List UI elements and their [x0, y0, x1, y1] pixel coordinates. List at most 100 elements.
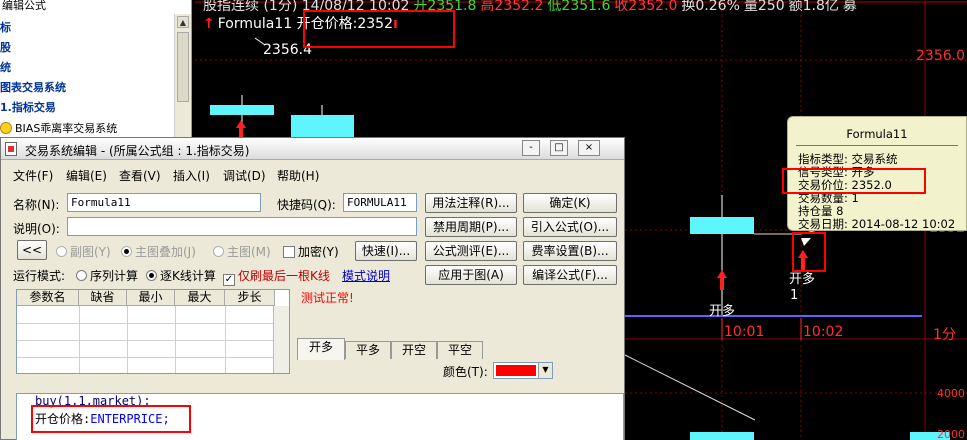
table-row [17, 357, 275, 358]
document-icon [5, 142, 17, 156]
scroll-thumb[interactable] [177, 32, 189, 102]
buy-arrow-icon [717, 270, 727, 290]
dropdown-arrow-icon[interactable]: ▼ [538, 363, 552, 378]
parameter-table[interactable]: 参数名 缺省 最小 最大 步长 [16, 289, 290, 374]
radio-sequence-calc[interactable]: 序列计算 [76, 267, 138, 284]
quick-button[interactable]: 快速(I)... [355, 241, 417, 261]
param-col-default[interactable]: 缺省 [79, 290, 127, 306]
tree-title: 编辑公式 [2, 0, 46, 12]
tab-close-long[interactable]: 平多 [345, 341, 391, 359]
menu-help[interactable]: 帮助(H) [277, 167, 319, 184]
volume-line [624, 354, 756, 421]
radio-icon [76, 270, 87, 281]
tree-scrollbar[interactable]: ▲ [174, 14, 191, 140]
collapse-button[interactable]: << [17, 240, 47, 260]
color-label: 颜色(T): [443, 365, 488, 379]
quote-turnover: 换0.26% [681, 0, 740, 14]
up-arrow-icon: ↑ [203, 16, 215, 32]
highlight-box [782, 168, 926, 194]
period-label: 1分 [933, 327, 956, 343]
menu-bar: 文件(F) 编辑(E) 查看(V) 插入(I) 调试(D) 帮助(H) [1, 166, 624, 184]
maximize-button[interactable]: □ [550, 140, 568, 156]
trading-system-editor-dialog: 交易系统编辑 - (所属公式组 : 1.指标交易) - □ × 文件(F) 编辑… [0, 137, 625, 440]
apply-to-chart-button[interactable]: 应用于图(A) [425, 265, 517, 285]
menu-debug[interactable]: 调试(D) [223, 167, 266, 184]
tab-open-short[interactable]: 开空 [391, 341, 437, 359]
formula-name: Formula11 [217, 16, 293, 32]
table-col [175, 306, 176, 373]
refresh-last-bar-checkbox[interactable]: ✓ 仅刷最后一根K线 [223, 267, 330, 286]
tree-item-indicator-trading[interactable]: 1.指标交易 [0, 99, 56, 115]
tab-open-long[interactable]: 开多 [297, 338, 345, 360]
param-col-step[interactable]: 步长 [225, 290, 275, 306]
color-select[interactable]: ▼ [493, 362, 553, 379]
description-input[interactable] [67, 217, 417, 236]
dialog-titlebar[interactable]: 交易系统编辑 - (所属公式组 : 1.指标交易) - □ × [1, 138, 624, 160]
candle-body [690, 217, 754, 234]
formula-test-button[interactable]: 公式测评(E)... [425, 241, 517, 261]
ok-button[interactable]: 确定(K) [523, 193, 617, 213]
radio-main-overlay[interactable]: 主图叠加(J) [121, 243, 196, 260]
encrypt-checkbox[interactable]: 加密(Y) [283, 243, 339, 260]
radio-main-chart[interactable]: 主图(M) [213, 243, 271, 260]
table-scrollbar[interactable] [273, 306, 289, 373]
scroll-up-arrow-icon[interactable]: ▲ [177, 16, 189, 28]
axis-vol-4000: 4000 [937, 387, 965, 400]
name-label: 名称(N): [13, 198, 60, 212]
minimize-button[interactable]: - [522, 140, 540, 156]
checkmark-icon: ✓ [223, 274, 235, 286]
radio-icon [146, 270, 157, 281]
description-label: 说明(O): [13, 222, 60, 236]
dialog-title: 交易系统编辑 - (所属公式组 : 1.指标交易) [25, 144, 250, 158]
table-col [127, 306, 128, 373]
radio-icon [213, 246, 224, 257]
smiley-icon [0, 122, 12, 134]
highlight-box [31, 405, 191, 433]
param-col-max[interactable]: 最大 [175, 290, 225, 306]
checkbox-icon [283, 246, 295, 258]
run-mode-label: 运行模式: [13, 269, 66, 283]
test-status: 测试正常! [301, 291, 354, 305]
signal-label-open-long-bottom: 开多 [709, 304, 736, 319]
table-row [17, 323, 275, 324]
fee-settings-button[interactable]: 费率设置(B)... [523, 241, 617, 261]
candle-body [210, 105, 274, 115]
tree-item-chart-trading-system[interactable]: 图表交易系统 [0, 79, 66, 95]
menu-view[interactable]: 查看(V) [119, 167, 161, 184]
menu-insert[interactable]: 插入(I) [173, 167, 210, 184]
radio-per-bar-calc[interactable]: 逐K线计算 [146, 267, 216, 284]
axis-price-top: 2356.0 [916, 48, 965, 64]
menu-file[interactable]: 文件(F) [13, 167, 53, 184]
time-label-1002: 10:02 [803, 324, 844, 340]
menu-edit[interactable]: 编辑(E) [66, 167, 107, 184]
quote-extra: 募 [842, 0, 857, 14]
volume-bar [690, 432, 754, 440]
table-col [225, 306, 226, 373]
disable-period-button[interactable]: 禁用周期(P)... [425, 217, 517, 237]
radio-sub-chart[interactable]: 副图(Y) [56, 243, 111, 260]
mode-help-link[interactable]: 模式说明 [342, 267, 390, 284]
radio-icon [121, 246, 132, 257]
signal-count: 1 [790, 288, 799, 303]
close-button[interactable]: × [578, 140, 600, 156]
tab-close-short[interactable]: 平空 [437, 341, 483, 359]
tree-item[interactable]: 统 [0, 59, 11, 75]
compile-formula-button[interactable]: 编译公式(F)... [523, 265, 617, 285]
axis-vol-2000: 2000 [937, 428, 965, 440]
table-row [17, 340, 275, 341]
quote-close: 收2352.0 [614, 0, 678, 14]
table-col [79, 306, 80, 373]
tree-item[interactable]: 标 [0, 19, 11, 35]
param-col-min[interactable]: 最小 [127, 290, 175, 306]
color-swatch [496, 365, 536, 376]
param-col-name[interactable]: 参数名 [17, 290, 79, 306]
tree-item-bias-system[interactable]: BIAS乖离率交易系统 [0, 120, 117, 136]
shortcut-input[interactable]: FORMULA11 [343, 193, 417, 212]
tree-item[interactable]: 股 [0, 39, 11, 55]
import-formula-button[interactable]: 引入公式(O)... [523, 217, 617, 237]
name-input[interactable]: Formula11 [67, 193, 261, 212]
tooltip-title: Formula11 [846, 127, 908, 141]
usage-notes-button[interactable]: 用法注释(R)... [425, 193, 517, 213]
time-label-1001: 10:01 [724, 324, 765, 340]
quote-low: 低2351.6 [547, 0, 611, 14]
